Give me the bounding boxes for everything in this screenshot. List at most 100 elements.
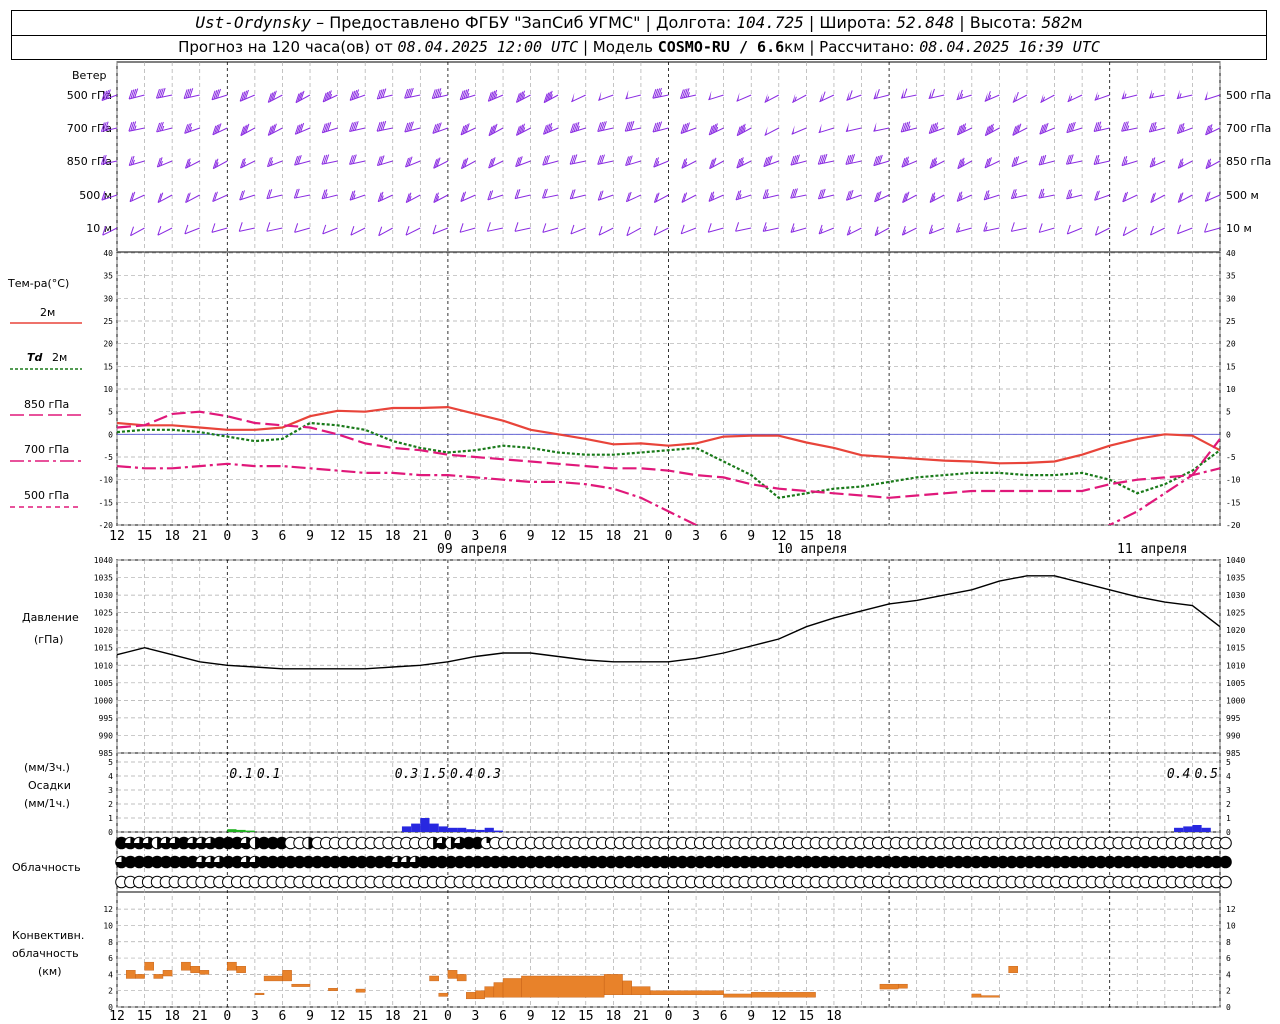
wind-barb [240,158,256,169]
barb-staff [239,227,255,232]
wind-barb [185,192,200,203]
wind-barb [432,122,449,134]
pressure-label: Давление [22,611,79,624]
precip-3h-value: 0.1 [229,767,252,782]
x-tick-temp: 21 [192,529,208,544]
wind-barb [790,154,807,166]
wind-barb [459,223,476,233]
wind-barb [378,226,393,237]
wind-barb [128,121,145,132]
conv-label-3: (км) [38,965,62,978]
x-tick-bottom: 9 [306,1009,314,1024]
barb-staff [1121,94,1138,100]
wind-barb [515,90,531,103]
barb-feather [266,222,271,232]
wind-level-right: 700 гПа [1226,122,1271,135]
wind-barb [322,90,338,103]
wind-barb [597,154,614,165]
pres-ytick-left: 995 [99,714,114,723]
wind-barb [1205,124,1221,136]
pres-ytick-right: 1040 [1226,556,1245,565]
wind-barb [212,191,228,202]
cloud-clear [1219,875,1232,889]
conv-bar [484,986,495,998]
wind-barb [514,189,531,200]
pres-ytick-left: 1005 [94,679,113,688]
wind-barb [901,225,917,236]
cloud-symbol [1219,855,1232,869]
wind-barb [570,224,586,235]
wind-barb [349,89,366,101]
pres-ytick-left: 1040 [94,556,113,565]
temp-ytick-left: 20 [103,340,113,349]
barb-staff [514,227,531,232]
wind-barb [156,87,173,99]
x-tick-temp: 6 [720,529,728,544]
temp-ytick-left: 40 [103,249,113,258]
x-tick-temp: 3 [692,529,700,544]
wind-barb [1177,192,1193,203]
wind-barb [240,123,256,137]
wind-barb [790,188,807,199]
wind-level-right: 10 м [1226,222,1252,235]
x-tick-bottom: 18 [826,1009,842,1024]
conv-ytick-left: 8 [108,938,113,947]
wind-barb [763,155,779,168]
temperature-lines [10,322,1220,525]
temp-ytick-right: 5 [1226,408,1231,417]
x-tick-bottom: 6 [720,1009,728,1024]
temp-ytick-left: 35 [103,272,113,281]
wind-barb [653,225,669,236]
wind-barb [1121,89,1138,100]
x-tick-temp: 0 [223,529,231,544]
wind-barb [293,188,311,199]
wind-barb [1176,89,1193,100]
barb-staff [1011,227,1028,232]
wind-barb [846,90,862,101]
wind-barb [211,223,228,233]
barb-staff [487,227,504,232]
x-tick-bottom: 21 [412,1009,428,1024]
wind-barb [1038,188,1055,199]
wind-level-right: 500 гПа [1226,89,1271,102]
barb-pennant [818,123,822,133]
wind-barb [543,90,559,104]
barb-feather [1204,223,1209,233]
conv-bar [879,983,899,990]
wind-barb [294,223,311,233]
wind-barb [239,190,256,201]
wind-barb [1122,191,1138,203]
wind-barb [1204,90,1221,101]
wind-barb [1149,157,1166,168]
wind-barb [1065,154,1083,165]
wind-barb [1010,189,1028,200]
x-tick-temp: 3 [251,529,259,544]
x-tick-temp: 9 [747,529,755,544]
x-tick-bottom: 21 [633,1009,649,1024]
x-tick-bottom: 9 [747,1009,755,1024]
barb-staff [432,227,449,235]
wind-barb [846,226,862,236]
date-11: 11 апреля [1117,542,1187,557]
precip-bar [429,823,439,832]
conv-bar [898,983,908,989]
wind-barb [322,224,338,235]
barb-staff [873,127,890,132]
wind-barb [1066,189,1083,200]
wind-barb [1094,226,1110,236]
conv-ytick-right: 4 [1226,970,1231,979]
wind-barb [212,158,228,170]
wind-barb [818,123,835,134]
wind-barb [736,123,752,137]
temp-ytick-left: -15 [99,498,114,507]
wind-barb [157,226,173,236]
x-tick-temp: 12 [109,529,125,544]
wind-barb [983,190,1000,201]
conv-bar [236,966,246,973]
wind-barb [597,190,614,201]
wind-barb [817,188,835,200]
conv-label-2: облачность [12,947,79,960]
wind-barb [625,155,642,167]
conv-bar [282,970,292,982]
wind-barb [404,121,421,133]
